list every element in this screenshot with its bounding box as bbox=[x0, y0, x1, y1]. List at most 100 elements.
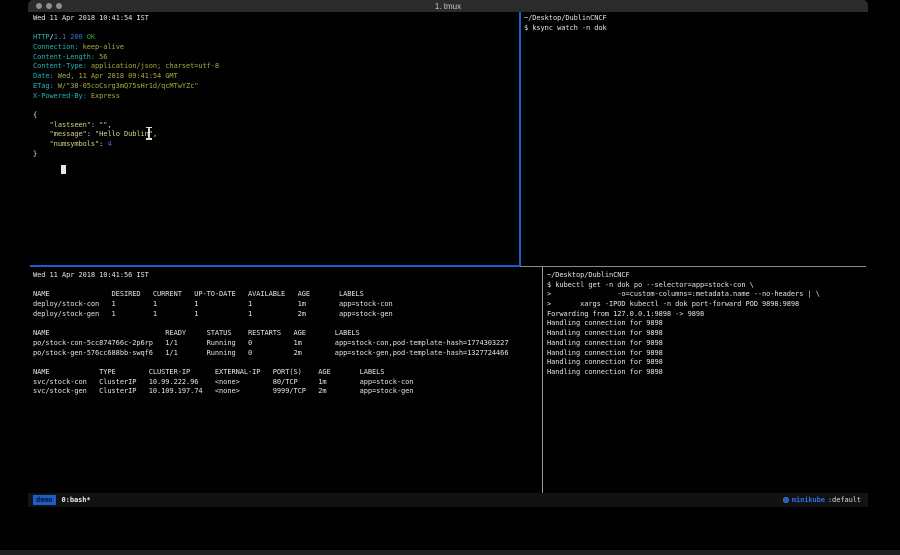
terminal-text-segment: application/json; charset=utf-8 bbox=[87, 62, 219, 70]
terminal-text-segment: Date: bbox=[33, 72, 54, 80]
terminal-line: Forwarding from 127.0.0.1:9898 -> 9898 bbox=[547, 310, 865, 320]
tmux-session-badge: demo bbox=[33, 495, 56, 505]
terminal-line bbox=[33, 358, 540, 368]
terminal-line: NAME READY STATUS RESTARTS AGE LABELS bbox=[33, 329, 540, 339]
tmux-window-item-active[interactable]: 0:bash* bbox=[62, 496, 91, 504]
pane-bottom-left-kubectl-get[interactable]: Wed 11 Apr 2018 10:41:56 IST NAME DESIRE… bbox=[33, 271, 540, 397]
terminal-text-segment: ETag: bbox=[33, 82, 54, 90]
terminal-line: po/stock-gen-576cc688bb-swqf6 1/1 Runnin… bbox=[33, 349, 540, 359]
terminal-text-segment: $ ksync watch -n dok bbox=[524, 24, 607, 32]
terminal-text-segment: Content-Length: bbox=[33, 53, 95, 61]
terminal-line: Handling connection for 9898 bbox=[547, 319, 865, 329]
terminal-line: HTTP/1.1 200 OK bbox=[33, 33, 517, 43]
terminal-line: NAME TYPE CLUSTER-IP EXTERNAL-IP PORT(S)… bbox=[33, 368, 540, 378]
terminal-text-segment: svc/stock-con ClusterIP 10.99.222.96 <no… bbox=[33, 378, 413, 386]
terminal-text-segment: HTTP bbox=[33, 33, 50, 41]
terminal-line: Date: Wed, 11 Apr 2018 09:41:54 GMT bbox=[33, 72, 517, 82]
terminal-text-segment: 4 bbox=[107, 140, 111, 148]
terminal-text-segment: Forwarding from 127.0.0.1:9898 -> 9898 bbox=[547, 310, 704, 318]
terminal-text-segment: : bbox=[91, 121, 99, 129]
terminal-line: { bbox=[33, 111, 517, 121]
terminal-text-segment: svc/stock-gen ClusterIP 10.109.197.74 <n… bbox=[33, 387, 413, 395]
terminal-text-segment: Wed 11 Apr 2018 10:41:54 IST bbox=[33, 14, 149, 22]
terminal-text-segment: NAME DESIRED CURRENT UP-TO-DATE AVAILABL… bbox=[33, 290, 364, 298]
kube-namespace-label: :default bbox=[828, 496, 861, 504]
terminal-text-segment: keep-alive bbox=[78, 43, 123, 51]
terminal-window[interactable]: 1. tmux Wed 11 Apr 2018 10:41:54 IST HTT… bbox=[28, 0, 868, 507]
terminal-text-segment: po/stock-con-5cc874766c-2p6rp 1/1 Runnin… bbox=[33, 339, 508, 347]
pane-divider-vertical-bottom[interactable] bbox=[542, 267, 543, 493]
terminal-text-segment: , bbox=[153, 130, 157, 138]
terminal-line: svc/stock-gen ClusterIP 10.109.197.74 <n… bbox=[33, 387, 540, 397]
terminal-line: Handling connection for 9898 bbox=[547, 329, 865, 339]
terminal-text-segment: } bbox=[33, 150, 37, 158]
tmux-status-bar: demo 0:bash* minikube :default bbox=[28, 493, 868, 507]
terminal-text-segment: 1.1 bbox=[54, 33, 66, 41]
terminal-text-segment bbox=[33, 121, 50, 129]
terminal-line: $ ksync watch -n dok bbox=[524, 24, 864, 34]
terminal-line: Wed 11 Apr 2018 10:41:54 IST bbox=[33, 14, 517, 24]
terminal-text-segment: ~/Desktop/DublinCNCF bbox=[524, 14, 607, 22]
terminal-text-segment: deploy/stock-gen 1 1 1 1 2m app=stock-ge… bbox=[33, 310, 393, 318]
terminal-text-segment: 200 bbox=[70, 33, 82, 41]
terminal-line: } bbox=[33, 150, 517, 160]
terminal-line: ~/Desktop/DublinCNCF bbox=[547, 271, 865, 281]
terminal-line: svc/stock-con ClusterIP 10.99.222.96 <no… bbox=[33, 378, 540, 388]
terminal-line: Handling connection for 9898 bbox=[547, 349, 865, 359]
terminal-text-segment: W/"38-05coCsrg3mQ75sHr1d/qcMTwYZc" bbox=[54, 82, 199, 90]
terminal-text-segment: Wed, 11 Apr 2018 09:41:54 GMT bbox=[54, 72, 178, 80]
terminal-line: Handling connection for 9898 bbox=[547, 339, 865, 349]
terminal-line: deploy/stock-con 1 1 1 1 1m app=stock-co… bbox=[33, 300, 540, 310]
terminal-line bbox=[33, 24, 517, 34]
terminal-text-segment: : bbox=[87, 130, 95, 138]
pane-divider-vertical-top[interactable] bbox=[519, 12, 521, 266]
terminal-line: X-Powered-By: Express bbox=[33, 92, 517, 102]
terminal-line: Connection: keep-alive bbox=[33, 43, 517, 53]
terminal-text-segment: deploy/stock-con 1 1 1 1 1m app=stock-co… bbox=[33, 300, 393, 308]
terminal-text-segment: po/stock-gen-576cc688bb-swqf6 1/1 Runnin… bbox=[33, 349, 508, 357]
terminal-line: "numsymbols": 4 bbox=[33, 140, 517, 150]
pane-top-left-http-response[interactable]: Wed 11 Apr 2018 10:41:54 IST HTTP/1.1 20… bbox=[33, 14, 517, 169]
terminal-text-segment: > xargs -IPOD kubectl -n dok port-forwar… bbox=[547, 300, 799, 308]
terminal-line bbox=[33, 281, 540, 291]
terminal-text-segment: { bbox=[33, 111, 37, 119]
kube-context-label: minikube bbox=[792, 496, 825, 504]
terminal-line bbox=[33, 101, 517, 111]
desktop-edge-strip bbox=[0, 550, 900, 555]
terminal-cursor bbox=[61, 165, 66, 174]
window-titlebar[interactable]: 1. tmux bbox=[28, 0, 868, 12]
close-button[interactable] bbox=[36, 3, 42, 9]
pane-divider-horizontal[interactable] bbox=[520, 266, 866, 267]
terminal-line: "lastseen": "", bbox=[33, 121, 517, 131]
pane-divider-horizontal-active[interactable] bbox=[30, 265, 520, 267]
terminal-text-segment: Handling connection for 9898 bbox=[547, 349, 663, 357]
terminal-text-segment: > -o=custom-columns=:metadata.name --no-… bbox=[547, 290, 820, 298]
terminal-text-segment: OK bbox=[87, 33, 95, 41]
terminal-text-segment: Handling connection for 9898 bbox=[547, 368, 663, 376]
terminal-text-segment: Handling connection for 9898 bbox=[547, 319, 663, 327]
terminal-line: Wed 11 Apr 2018 10:41:56 IST bbox=[33, 271, 540, 281]
terminal-text-segment: Express bbox=[87, 92, 120, 100]
pane-top-right-ksync[interactable]: ~/Desktop/DublinCNCF $ ksync watch -n dok bbox=[524, 14, 864, 33]
terminal-line: NAME DESIRED CURRENT UP-TO-DATE AVAILABL… bbox=[33, 290, 540, 300]
terminal-text-segment: NAME TYPE CLUSTER-IP EXTERNAL-IP PORT(S)… bbox=[33, 368, 384, 376]
terminal-text-segment: "lastseen" bbox=[50, 121, 91, 129]
minimize-button[interactable] bbox=[46, 3, 52, 9]
terminal-line: "message": "Hello Dublin", bbox=[33, 130, 517, 140]
terminal-text-segment: Wed 11 Apr 2018 10:41:56 IST bbox=[33, 271, 149, 279]
window-title: 1. tmux bbox=[28, 2, 868, 11]
pane-bottom-right-port-forward[interactable]: ~/Desktop/DublinCNCF$ kubectl get -n dok… bbox=[547, 271, 865, 378]
terminal-text-segment: 56 bbox=[95, 53, 107, 61]
terminal-text-segment: NAME READY STATUS RESTARTS AGE LABELS bbox=[33, 329, 360, 337]
terminal-line bbox=[33, 159, 517, 169]
zoom-button[interactable] bbox=[56, 3, 62, 9]
terminal-line: Content-Type: application/json; charset=… bbox=[33, 62, 517, 72]
terminal-text-segment bbox=[33, 140, 50, 148]
terminal-line: > xargs -IPOD kubectl -n dok port-forwar… bbox=[547, 300, 865, 310]
mouse-cursor-ibeam bbox=[145, 126, 153, 140]
terminal-text-segment: ~/Desktop/DublinCNCF bbox=[547, 271, 630, 279]
kubernetes-helm-icon bbox=[783, 497, 789, 503]
terminal-text-segment: , bbox=[107, 121, 111, 129]
terminal-line: > -o=custom-columns=:metadata.name --no-… bbox=[547, 290, 865, 300]
terminal-text-segment: "numsymbols" bbox=[50, 140, 100, 148]
